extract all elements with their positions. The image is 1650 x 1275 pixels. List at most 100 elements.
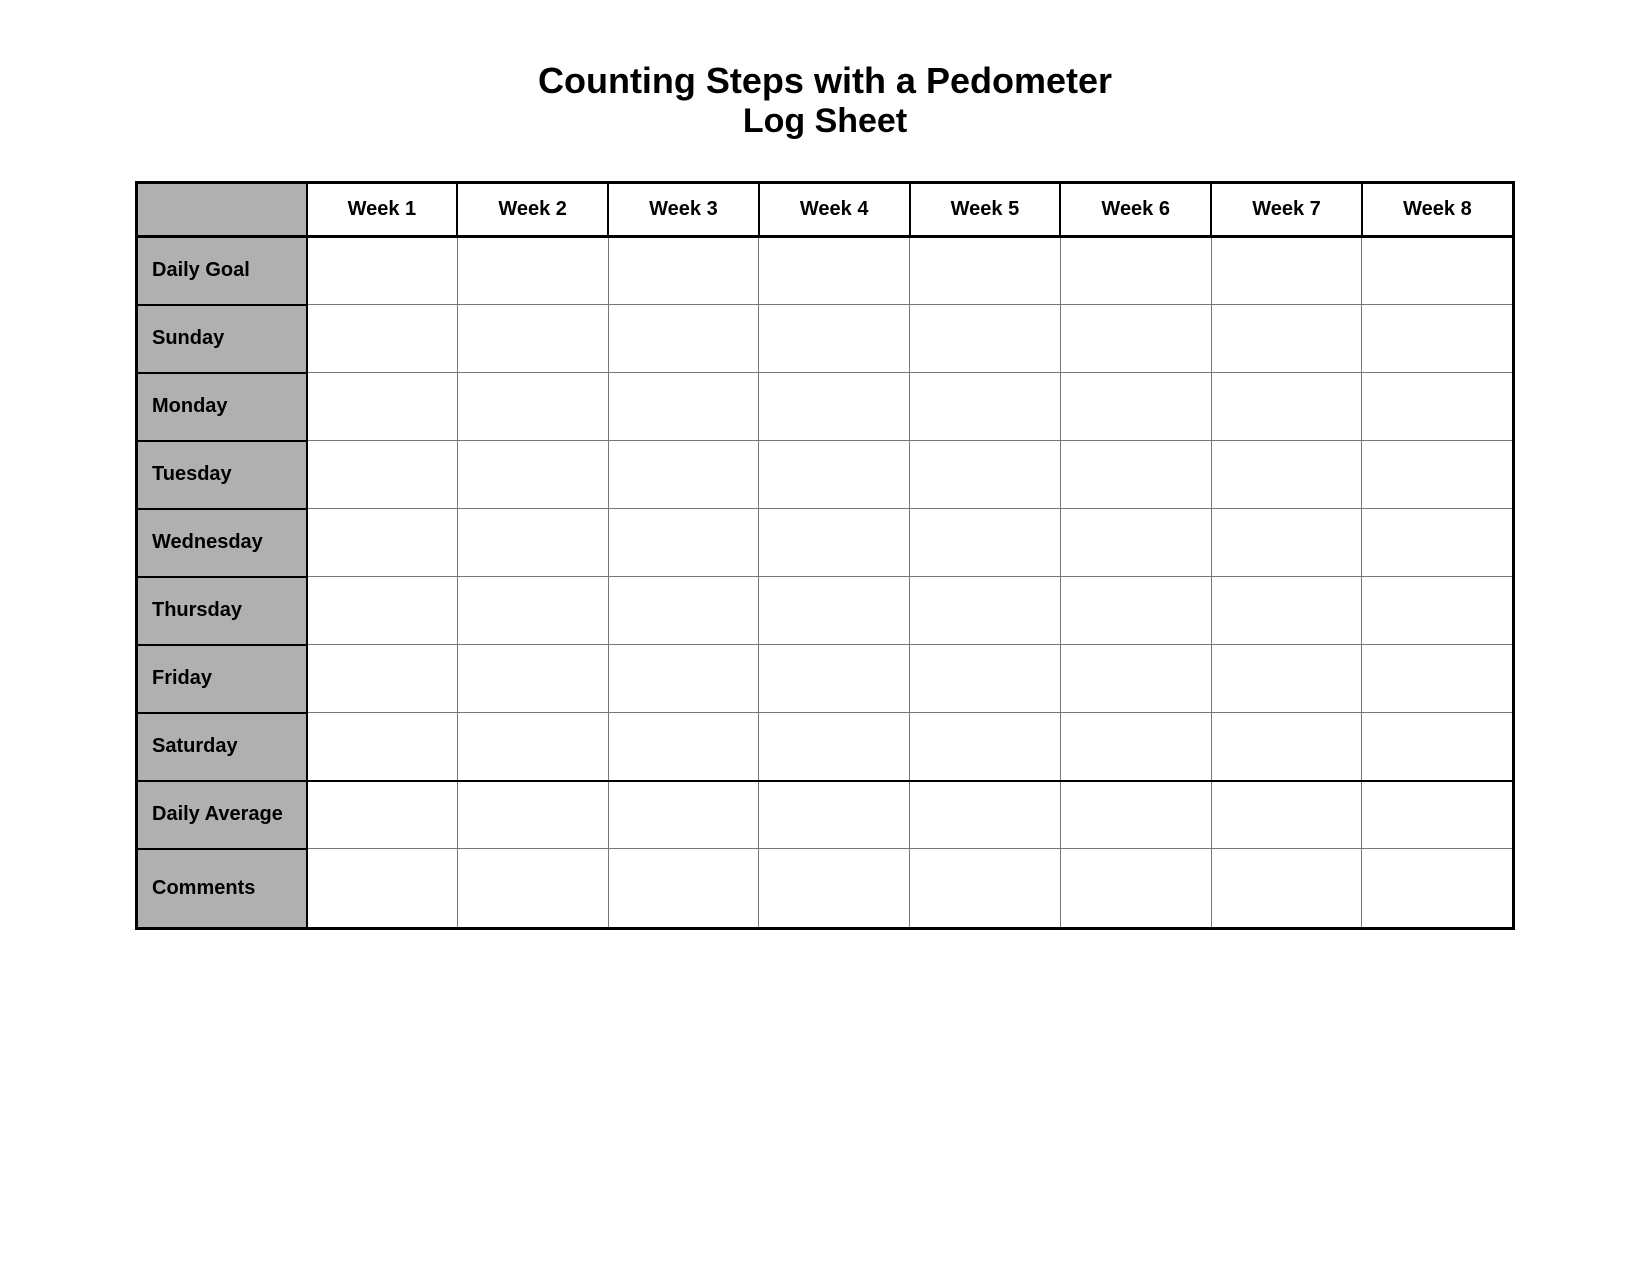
cell-wednesday-w2[interactable] (457, 509, 608, 577)
cell-tuesday-w1[interactable] (307, 441, 458, 509)
cell-monday-w3[interactable] (608, 373, 759, 441)
cell-thursday-w1[interactable] (307, 577, 458, 645)
header-row-label (137, 183, 307, 237)
header-week3: Week 3 (608, 183, 759, 237)
table-row: Daily Goal (137, 237, 1514, 305)
title-line2: Log Sheet (538, 102, 1112, 141)
cell-tuesday-w8[interactable] (1362, 441, 1514, 509)
row-label-thursday: Thursday (137, 577, 307, 645)
cell-daily-goal-w8[interactable] (1362, 237, 1514, 305)
cell-wednesday-w4[interactable] (759, 509, 910, 577)
header-week4: Week 4 (759, 183, 910, 237)
cell-daily-goal-w1[interactable] (307, 237, 458, 305)
cell-monday-w6[interactable] (1060, 373, 1211, 441)
cell-friday-w4[interactable] (759, 645, 910, 713)
cell-friday-w1[interactable] (307, 645, 458, 713)
cell-daily-avg-w1[interactable] (307, 781, 458, 849)
cell-thursday-w6[interactable] (1060, 577, 1211, 645)
cell-wednesday-w8[interactable] (1362, 509, 1514, 577)
cell-thursday-w4[interactable] (759, 577, 910, 645)
cell-sunday-w7[interactable] (1211, 305, 1362, 373)
cell-daily-goal-w3[interactable] (608, 237, 759, 305)
cell-daily-avg-w6[interactable] (1060, 781, 1211, 849)
cell-monday-w5[interactable] (910, 373, 1061, 441)
cell-saturday-w5[interactable] (910, 713, 1061, 781)
row-label-tuesday: Tuesday (137, 441, 307, 509)
cell-comments-w6[interactable] (1060, 849, 1211, 929)
cell-tuesday-w5[interactable] (910, 441, 1061, 509)
cell-saturday-w7[interactable] (1211, 713, 1362, 781)
cell-wednesday-w1[interactable] (307, 509, 458, 577)
cell-daily-avg-w8[interactable] (1362, 781, 1514, 849)
cell-daily-avg-w4[interactable] (759, 781, 910, 849)
table-row: Comments (137, 849, 1514, 929)
table-row: Daily Average (137, 781, 1514, 849)
cell-sunday-w6[interactable] (1060, 305, 1211, 373)
cell-tuesday-w7[interactable] (1211, 441, 1362, 509)
cell-daily-goal-w4[interactable] (759, 237, 910, 305)
cell-thursday-w3[interactable] (608, 577, 759, 645)
cell-friday-w2[interactable] (457, 645, 608, 713)
cell-thursday-w8[interactable] (1362, 577, 1514, 645)
cell-daily-goal-w7[interactable] (1211, 237, 1362, 305)
cell-wednesday-w6[interactable] (1060, 509, 1211, 577)
cell-friday-w5[interactable] (910, 645, 1061, 713)
cell-friday-w3[interactable] (608, 645, 759, 713)
row-label-daily-average: Daily Average (137, 781, 307, 849)
cell-wednesday-w7[interactable] (1211, 509, 1362, 577)
cell-thursday-w2[interactable] (457, 577, 608, 645)
cell-friday-w6[interactable] (1060, 645, 1211, 713)
cell-friday-w8[interactable] (1362, 645, 1514, 713)
cell-monday-w8[interactable] (1362, 373, 1514, 441)
cell-sunday-w3[interactable] (608, 305, 759, 373)
cell-wednesday-w3[interactable] (608, 509, 759, 577)
cell-saturday-w1[interactable] (307, 713, 458, 781)
cell-saturday-w8[interactable] (1362, 713, 1514, 781)
header-row: Week 1 Week 2 Week 3 Week 4 Week 5 Week … (137, 183, 1514, 237)
cell-comments-w2[interactable] (457, 849, 608, 929)
table-row: Wednesday (137, 509, 1514, 577)
row-label-daily-goal: Daily Goal (137, 237, 307, 305)
cell-sunday-w5[interactable] (910, 305, 1061, 373)
cell-saturday-w3[interactable] (608, 713, 759, 781)
title-line1: Counting Steps with a Pedometer (538, 60, 1112, 102)
cell-comments-w5[interactable] (910, 849, 1061, 929)
cell-comments-w7[interactable] (1211, 849, 1362, 929)
cell-tuesday-w2[interactable] (457, 441, 608, 509)
cell-sunday-w2[interactable] (457, 305, 608, 373)
cell-monday-w1[interactable] (307, 373, 458, 441)
cell-sunday-w8[interactable] (1362, 305, 1514, 373)
cell-daily-avg-w3[interactable] (608, 781, 759, 849)
cell-monday-w4[interactable] (759, 373, 910, 441)
cell-wednesday-w5[interactable] (910, 509, 1061, 577)
cell-comments-w4[interactable] (759, 849, 910, 929)
cell-thursday-w5[interactable] (910, 577, 1061, 645)
cell-daily-goal-w2[interactable] (457, 237, 608, 305)
cell-tuesday-w4[interactable] (759, 441, 910, 509)
cell-saturday-w6[interactable] (1060, 713, 1211, 781)
cell-daily-avg-w5[interactable] (910, 781, 1061, 849)
cell-daily-goal-w5[interactable] (910, 237, 1061, 305)
cell-comments-w1[interactable] (307, 849, 458, 929)
row-label-monday: Monday (137, 373, 307, 441)
table-row: Friday (137, 645, 1514, 713)
cell-tuesday-w3[interactable] (608, 441, 759, 509)
cell-sunday-w1[interactable] (307, 305, 458, 373)
cell-monday-w7[interactable] (1211, 373, 1362, 441)
cell-sunday-w4[interactable] (759, 305, 910, 373)
cell-saturday-w4[interactable] (759, 713, 910, 781)
cell-daily-avg-w2[interactable] (457, 781, 608, 849)
cell-tuesday-w6[interactable] (1060, 441, 1211, 509)
row-label-friday: Friday (137, 645, 307, 713)
cell-thursday-w7[interactable] (1211, 577, 1362, 645)
cell-comments-w3[interactable] (608, 849, 759, 929)
header-week2: Week 2 (457, 183, 608, 237)
table-row: Monday (137, 373, 1514, 441)
cell-daily-avg-w7[interactable] (1211, 781, 1362, 849)
cell-daily-goal-w6[interactable] (1060, 237, 1211, 305)
row-label-comments: Comments (137, 849, 307, 929)
cell-friday-w7[interactable] (1211, 645, 1362, 713)
cell-comments-w8[interactable] (1362, 849, 1514, 929)
cell-saturday-w2[interactable] (457, 713, 608, 781)
cell-monday-w2[interactable] (457, 373, 608, 441)
